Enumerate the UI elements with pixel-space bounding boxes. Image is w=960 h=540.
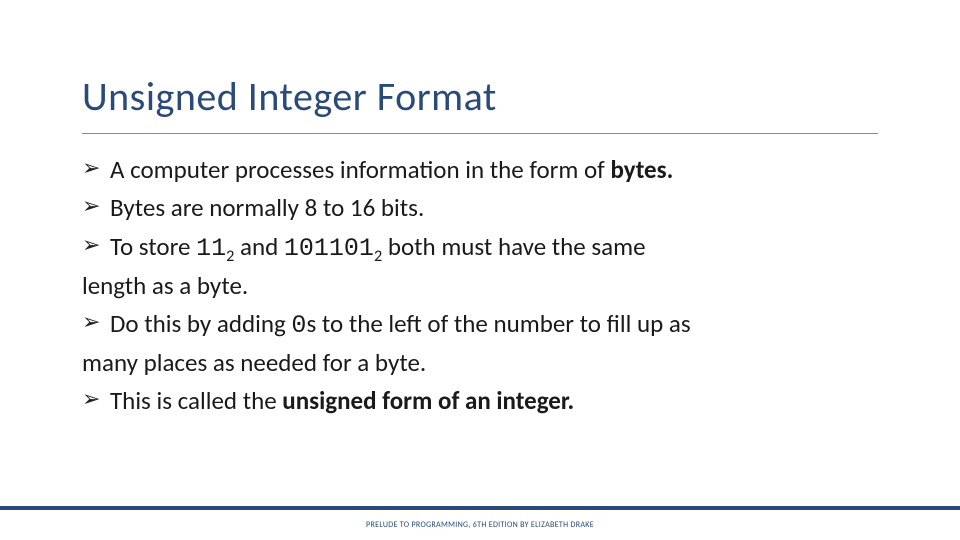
bullet-text: To store <box>110 231 196 262</box>
bullet-continuation: length as a byte. <box>82 268 878 304</box>
bullet-item-4: ➢Do this by adding 0s to the left of the… <box>82 306 878 381</box>
code-literal: 11 <box>196 234 226 263</box>
chevron-right-icon: ➢ <box>82 190 110 222</box>
bullet-item-2: ➢Bytes are normally 8 to 16 bits. <box>82 190 878 226</box>
footer-text: PRELUDE TO PROGRAMMING, 6TH EDITION BY E… <box>0 520 960 530</box>
subscript: 2 <box>374 247 382 266</box>
bullet-item-1: ➢A computer processes information in the… <box>82 152 878 188</box>
bullet-text: A computer processes information in the … <box>110 154 610 185</box>
bullet-item-5: ➢This is called the unsigned form of an … <box>82 383 878 419</box>
footer-accent-bar <box>0 506 960 510</box>
bullet-bold: bytes. <box>610 154 673 185</box>
bullet-continuation: many places as needed for a byte. <box>82 345 878 381</box>
slide-title: Unsigned Integer Format <box>0 0 960 133</box>
content-area: ➢A computer processes information in the… <box>0 152 960 419</box>
bullet-text: Do this by adding <box>110 308 291 339</box>
bullet-bold: unsigned form of an integer. <box>282 385 574 416</box>
chevron-right-icon: ➢ <box>82 383 110 415</box>
bullet-item-3: ➢To store 112 and 1011012 both must have… <box>82 229 878 305</box>
chevron-right-icon: ➢ <box>82 306 110 338</box>
slide: Unsigned Integer Format ➢A computer proc… <box>0 0 960 540</box>
chevron-right-icon: ➢ <box>82 229 110 261</box>
bullet-text: and <box>234 231 284 262</box>
bullet-text: both must have the same <box>382 231 645 262</box>
title-rule <box>82 133 878 134</box>
bullet-text: s to the left of the number to fill up a… <box>306 308 690 339</box>
code-literal: 101101 <box>284 234 374 263</box>
bullet-text: This is called the <box>110 385 282 416</box>
bullet-text: Bytes are normally 8 to 16 bits. <box>110 192 424 223</box>
chevron-right-icon: ➢ <box>82 152 110 184</box>
code-literal: 0 <box>291 311 306 340</box>
